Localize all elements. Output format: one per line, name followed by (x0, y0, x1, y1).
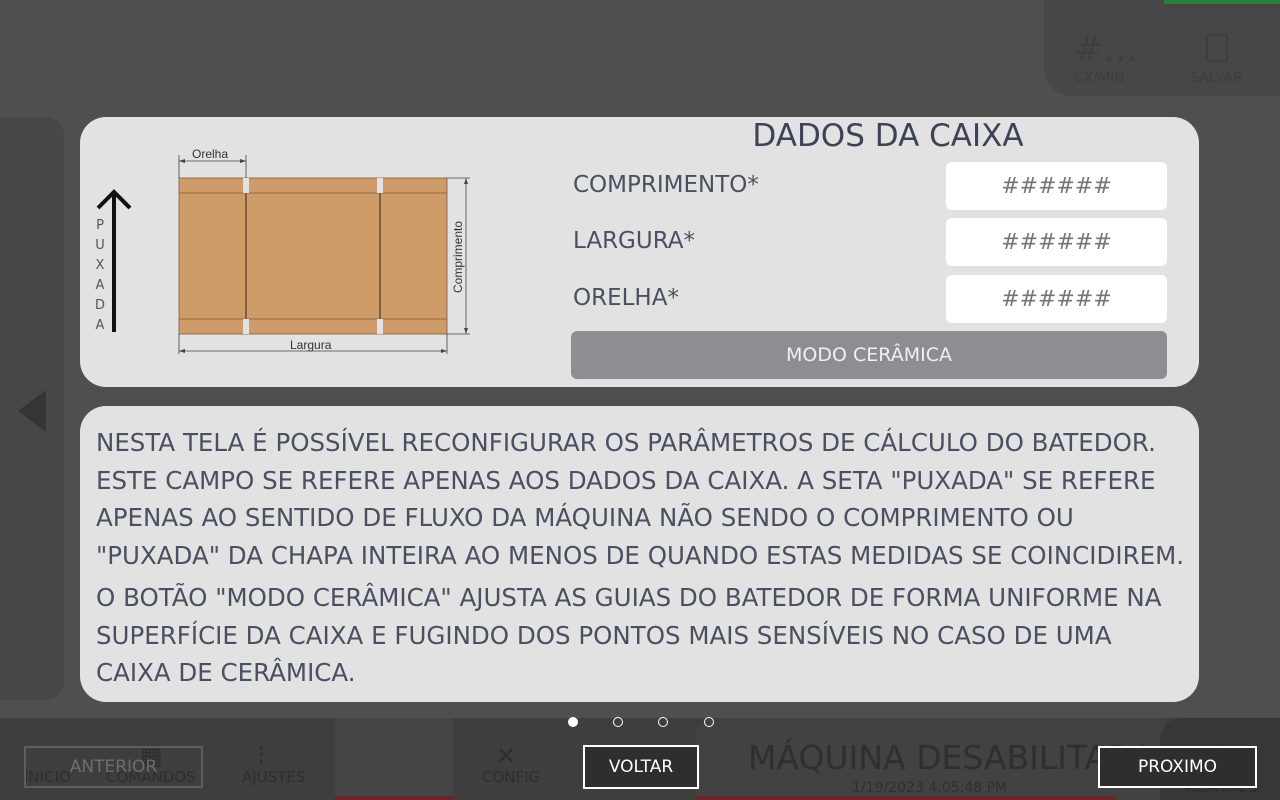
orelha-label: Orelha (192, 147, 228, 161)
puxada-arrow-icon (96, 189, 132, 332)
orelha-field-label: ORELHA* (573, 285, 679, 311)
pager-dot-4[interactable] (704, 717, 714, 727)
pager-dot-1[interactable] (568, 717, 578, 727)
status-underline (695, 796, 1115, 800)
counter-value: #... (1074, 30, 1139, 70)
next-button[interactable]: PROXIMO (1098, 746, 1257, 788)
box-diagram: Orelha Largura Comprimento (96, 147, 470, 354)
comprimento-field-label: COMPRIMENTO* (573, 172, 759, 198)
ceramic-mode-button[interactable]: MODO CERÂMICA (571, 331, 1167, 379)
machine-status-text: MÁQUINA DESABILITADA (748, 738, 1155, 777)
back-button[interactable]: VOLTAR (583, 745, 699, 789)
nav-item-config: CONFIG (482, 768, 541, 786)
sliders-icon: ⫶ (258, 742, 264, 770)
box-flat-panels (178, 177, 448, 335)
largura-input[interactable] (946, 218, 1167, 266)
help-text: NESTA TELA É POSSÍVEL RECONFIGURAR OS PA… (96, 424, 1192, 692)
box-data-title: DADOS DA CAIXA (752, 118, 1024, 154)
wrench-icon: ✕ (496, 742, 517, 770)
pager-dot-2[interactable] (613, 717, 623, 727)
counter-label: CX/MIN (1074, 70, 1125, 86)
largura-label: Largura (290, 338, 332, 352)
previous-button[interactable]: ANTERIOR (24, 746, 203, 788)
sd-card-icon (1206, 34, 1228, 62)
status-indicator-bar (1164, 0, 1280, 4)
left-arrow-icon (18, 390, 46, 432)
timestamp: 1/19/2023 4:05:48 PM (852, 780, 1008, 796)
help-paragraph: NESTA TELA É POSSÍVEL RECONFIGURAR OS PA… (96, 428, 1185, 570)
orelha-input[interactable] (946, 275, 1167, 323)
save-label: SALVAR (1190, 70, 1243, 86)
help-paragraph: O BOTÃO "MODO CERÂMICA" AJUSTA AS GUIAS … (96, 583, 1162, 687)
comprimento-input[interactable] (946, 162, 1167, 210)
active-tab-underline (335, 796, 453, 800)
largura-field-label: LARGURA* (573, 228, 695, 254)
nav-item-ajustes: AJUSTES (242, 768, 306, 786)
active-nav-tab (335, 718, 453, 800)
pager-dot-3[interactable] (658, 717, 668, 727)
comprimento-label: Comprimento (451, 221, 465, 293)
